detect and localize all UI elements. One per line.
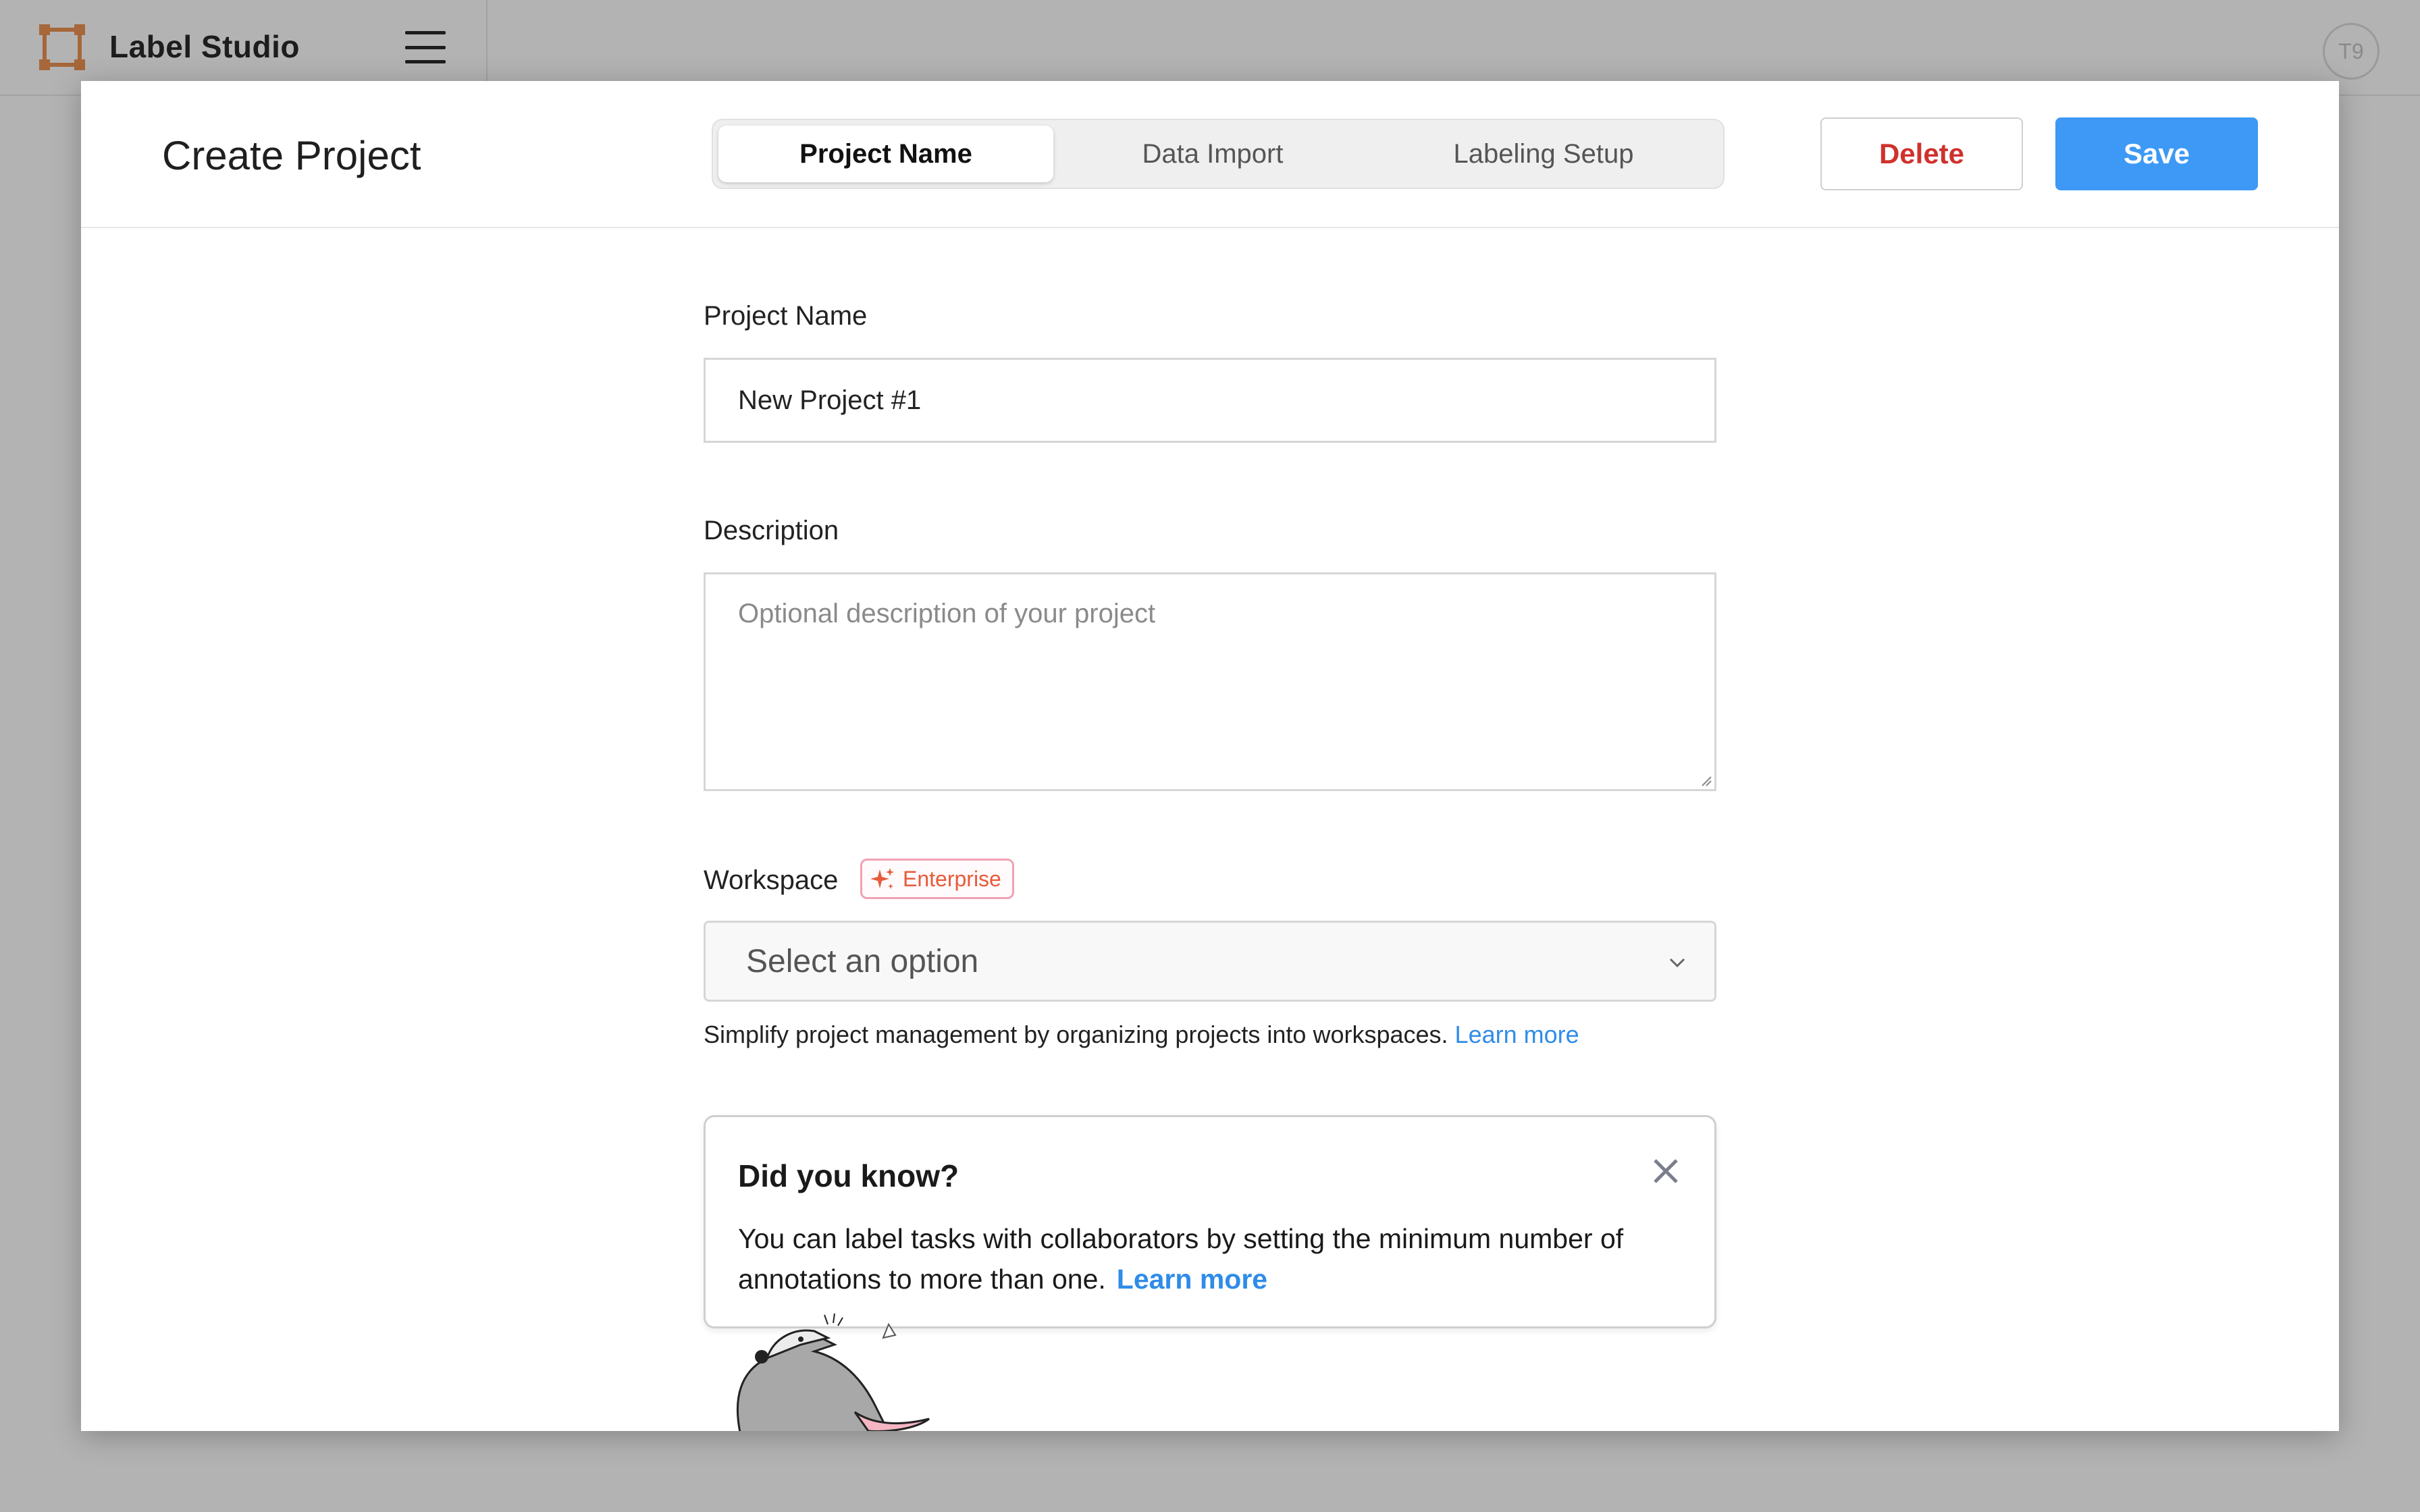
project-name-label: Project Name <box>704 301 868 331</box>
modal-header: Create Project Project Name Data Import … <box>81 81 2339 228</box>
project-name-input[interactable]: New Project #1 <box>704 358 1716 443</box>
sparkle-icon <box>870 868 894 889</box>
tip-title: Did you know? <box>738 1158 959 1193</box>
description-placeholder: Optional description of your project <box>738 599 1156 628</box>
resize-grip-icon[interactable] <box>1700 774 1712 786</box>
app-title: Label Studio <box>109 29 300 64</box>
workspace-learn-more-link[interactable]: Learn more <box>1455 1021 1579 1048</box>
delete-button[interactable]: Delete <box>1820 117 2023 190</box>
workspace-hint: Simplify project management by organizin… <box>704 1021 1579 1049</box>
logo[interactable] <box>38 23 86 72</box>
close-icon[interactable] <box>1647 1152 1685 1190</box>
workspace-label: Workspace <box>704 865 839 895</box>
tip-body: You can label tasks with collaborators b… <box>738 1218 1697 1299</box>
workspace-hint-text: Simplify project management by organizin… <box>704 1021 1448 1048</box>
opossum-mascot-illustration <box>736 1313 930 1431</box>
description-textarea[interactable]: Optional description of your project <box>704 572 1716 791</box>
step-tabs: Project Name Data Import Labeling Setup <box>712 119 1725 189</box>
page-title: Create Project <box>162 133 421 178</box>
description-label: Description <box>704 516 839 545</box>
label-studio-logo-icon <box>39 24 85 70</box>
tab-labeling-setup[interactable]: Labeling Setup <box>1382 126 1706 182</box>
enterprise-badge: Enterprise <box>860 859 1014 899</box>
workspace-select-value: Select an option <box>746 943 979 979</box>
tip-learn-more-link[interactable]: Learn more <box>1117 1264 1267 1295</box>
tab-data-import[interactable]: Data Import <box>1064 126 1361 182</box>
did-you-know-card: Did you know? You can label tasks with c… <box>704 1115 1716 1328</box>
enterprise-badge-label: Enterprise <box>903 866 1001 891</box>
create-project-modal: Create Project Project Name Data Import … <box>81 81 2339 1431</box>
save-button[interactable]: Save <box>2055 117 2258 190</box>
hamburger-menu-icon[interactable] <box>405 31 446 63</box>
avatar[interactable]: T9 <box>2323 23 2379 80</box>
chevron-down-icon <box>1669 958 1685 968</box>
workspace-select[interactable]: Select an option <box>704 921 1716 1002</box>
tab-project-name[interactable]: Project Name <box>718 126 1053 182</box>
